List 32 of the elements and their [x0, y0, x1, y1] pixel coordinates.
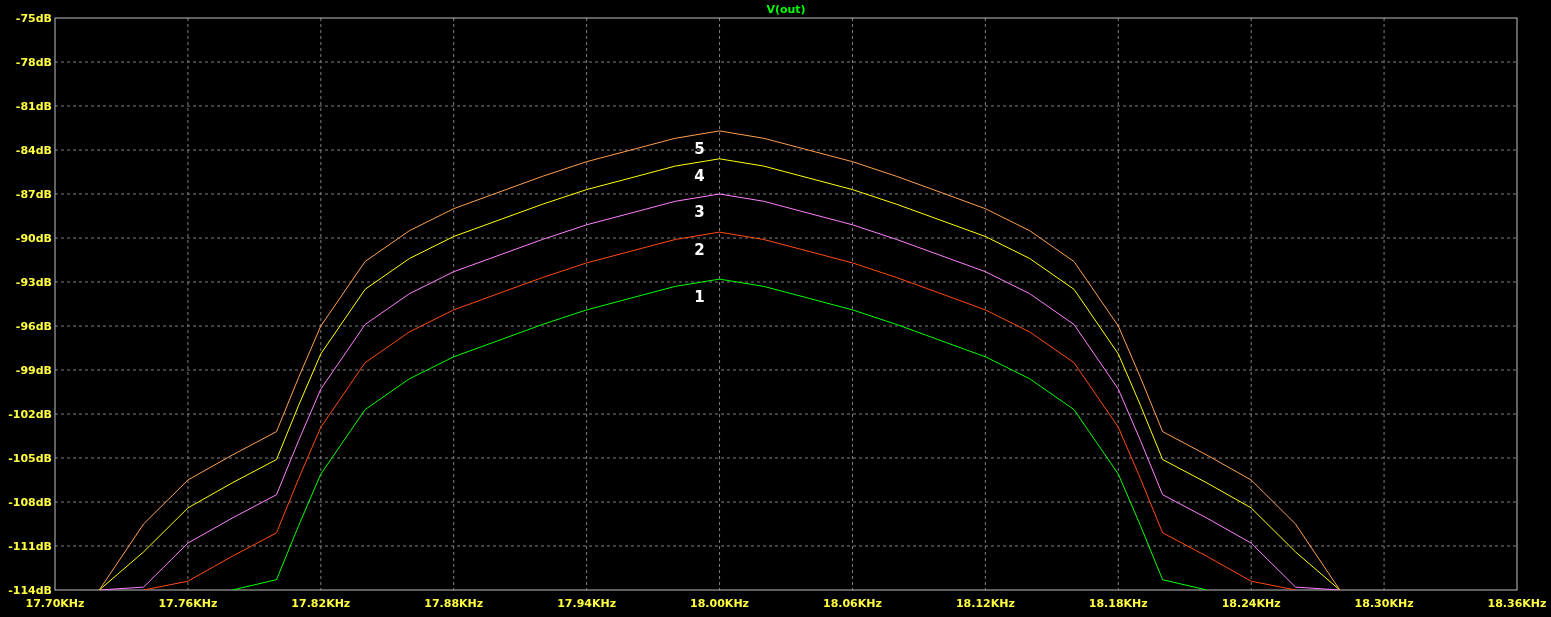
- trace-label: 5: [694, 139, 705, 158]
- trace-label: 4: [694, 167, 705, 186]
- y-tick-label: -78dB: [15, 56, 52, 69]
- x-tick-label: 17.70KHz: [25, 597, 85, 610]
- y-tick-label: -96dB: [15, 320, 52, 333]
- x-tick-label: 18.18KHz: [1088, 597, 1148, 610]
- y-tick-label: -105dB: [8, 452, 52, 465]
- y-tick-label: -90dB: [15, 232, 52, 245]
- chart-title: V(out): [766, 3, 806, 16]
- y-tick-label: -114dB: [8, 584, 52, 597]
- trace-label: 1: [694, 287, 705, 306]
- x-tick-label: 18.12KHz: [955, 597, 1015, 610]
- trace-label: 2: [694, 240, 705, 259]
- x-tick-label: 18.24KHz: [1221, 597, 1281, 610]
- x-tick-label: 17.88KHz: [424, 597, 484, 610]
- x-tick-label: 18.36KHz: [1487, 597, 1547, 610]
- x-tick-label: 17.76KHz: [158, 597, 218, 610]
- trace-label: 3: [694, 202, 705, 221]
- y-tick-label: -84dB: [15, 144, 52, 157]
- y-tick-label: -81dB: [15, 100, 52, 113]
- y-tick-label: -108dB: [8, 496, 52, 509]
- x-tick-label: 18.06KHz: [823, 597, 882, 610]
- x-tick-label: 17.82KHz: [291, 597, 351, 610]
- x-tick-label: 17.94KHz: [557, 597, 617, 610]
- y-tick-label: -75dB: [15, 12, 52, 25]
- y-tick-label: -93dB: [15, 276, 52, 289]
- x-tick-label: 18.30KHz: [1354, 597, 1414, 610]
- y-tick-label: -99dB: [15, 364, 52, 377]
- y-tick-label: -111dB: [8, 540, 52, 553]
- y-tick-label: -87dB: [15, 188, 52, 201]
- y-tick-label: -102dB: [8, 408, 52, 421]
- x-tick-label: 18.00KHz: [690, 597, 749, 610]
